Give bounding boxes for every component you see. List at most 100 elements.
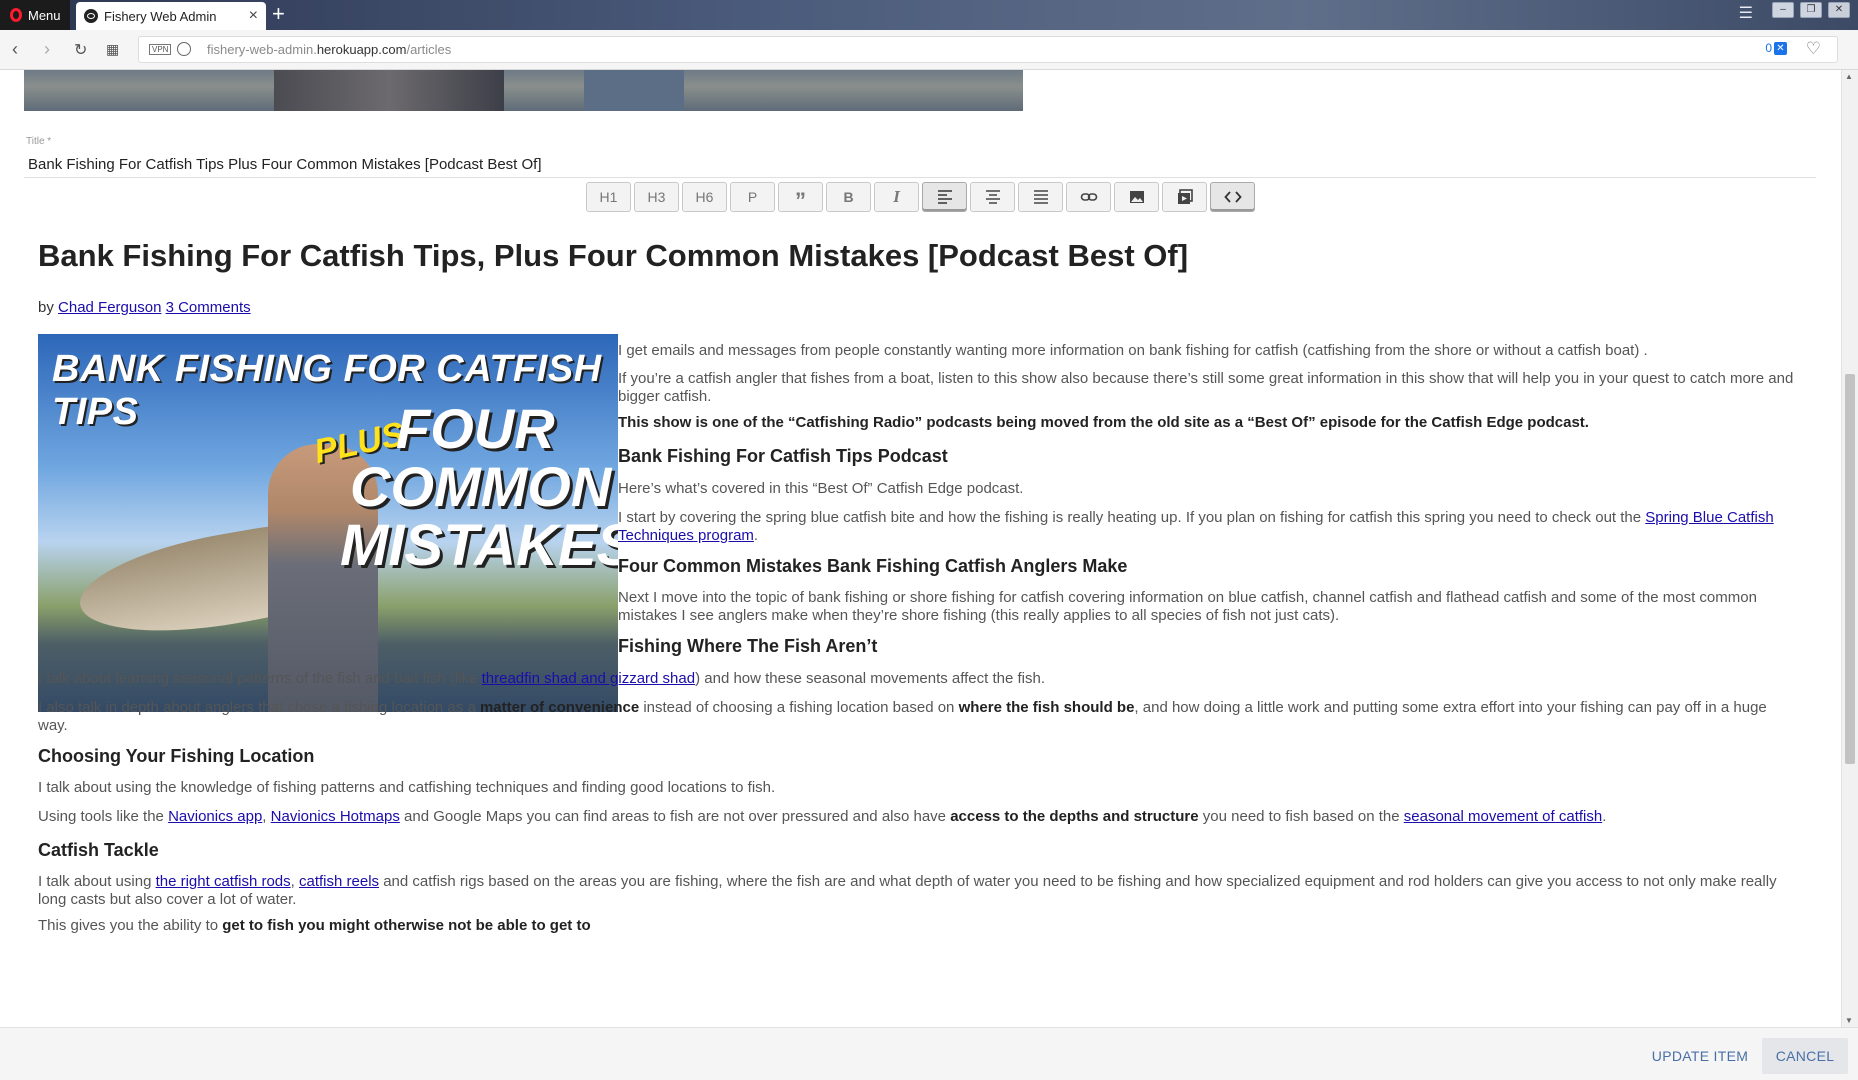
paragraph-tackle: I talk about using the right catfish rod…	[38, 873, 1798, 909]
tackle-sep: ,	[290, 873, 299, 890]
link-icon	[1080, 193, 1097, 201]
catfish-reels-link[interactable]: catfish reels	[299, 873, 379, 890]
forward-icon[interactable]: ›	[44, 39, 50, 60]
close-window-icon[interactable]: ✕	[1828, 2, 1850, 18]
cover-image-preview	[24, 70, 1023, 111]
insert-video-button[interactable]	[1162, 182, 1207, 212]
tackle-text-a: I talk about using	[38, 873, 156, 890]
url-field[interactable]: VPN fishery-web-admin.herokuapp.com/arti…	[138, 36, 1838, 63]
align-center-button[interactable]	[970, 182, 1015, 212]
navionics-app-link[interactable]: Navionics app	[168, 808, 262, 825]
minimize-icon[interactable]: –	[1772, 2, 1794, 18]
image-caption-line3: COMMON	[350, 455, 612, 518]
opera-menu-button[interactable]: Menu	[0, 0, 70, 30]
tab-title: Fishery Web Admin	[104, 8, 217, 24]
ad-blocker-icon: ✕	[1774, 41, 1787, 55]
align-left-button[interactable]	[922, 182, 967, 212]
heading3-button[interactable]: H3	[634, 182, 679, 212]
speed-dial-icon[interactable]: ▦	[106, 41, 119, 58]
ad-blocker-badge[interactable]: 0 ✕	[1765, 41, 1787, 55]
paragraph-ability: This gives you the ability to get to fis…	[38, 917, 1798, 935]
navionics-hotmaps-link[interactable]: Navionics Hotmaps	[271, 808, 400, 825]
url-text[interactable]: fishery-web-admin.herokuapp.com/articles	[207, 42, 451, 57]
new-tab-icon[interactable]: +	[272, 3, 285, 25]
code-icon	[1223, 191, 1242, 203]
align-justify-button[interactable]	[1018, 182, 1063, 212]
tools-text-a: Using tools like the	[38, 808, 169, 825]
video-icon	[1177, 189, 1193, 204]
convenience-text-a: I also talk in depth about anglers that …	[38, 699, 480, 716]
heading-location: Choosing Your Fishing Location	[38, 746, 315, 766]
url-prefix: fishery-web-admin.	[207, 42, 317, 57]
browser-tab-active[interactable]: Fishery Web Admin ×	[76, 2, 266, 30]
image-caption-line4: MISTAKES	[340, 513, 618, 578]
address-bar: ‹ › ↻ ▦ VPN fishery-web-admin.herokuapp.…	[0, 30, 1858, 70]
image-caption-line2: FOUR	[396, 397, 555, 460]
seasonal-end: ) and how these seasonal movements affec…	[695, 670, 1046, 687]
seasonal-movement-link[interactable]: seasonal movement of catfish	[1404, 808, 1602, 825]
ability-bold: get to fish you might otherwise not be a…	[222, 917, 591, 934]
menu-label: Menu	[28, 7, 61, 23]
scroll-down-icon[interactable]: ▼	[1845, 1016, 1853, 1025]
paragraph-button[interactable]: P	[730, 182, 775, 212]
align-justify-icon	[1033, 190, 1048, 204]
tools-sep: ,	[262, 808, 271, 825]
vpn-badge[interactable]: VPN	[149, 44, 172, 55]
reload-icon[interactable]: ↻	[74, 40, 87, 60]
bold-button[interactable]: B	[826, 182, 871, 212]
depths-bold: access to the depths and structure	[950, 808, 1199, 825]
paragraph-intro: I get emails and messages from people co…	[618, 342, 1648, 359]
comments-link[interactable]: 3 Comments	[166, 299, 251, 316]
form-actions-bar: UPDATE ITEM CANCEL	[0, 1027, 1858, 1080]
page-scrollbar[interactable]: ▲ ▼	[1841, 70, 1858, 1027]
close-tab-icon[interactable]: ×	[249, 7, 258, 25]
bookmark-heart-icon[interactable]: ♡	[1806, 39, 1821, 59]
cancel-button[interactable]: CANCEL	[1762, 1038, 1848, 1074]
insert-link-button[interactable]	[1066, 182, 1111, 212]
byline: by Chad Ferguson 3 Comments	[38, 299, 251, 316]
article-hero-image: BANK FISHING FOR CATFISH TIPS PLUS FOUR …	[38, 334, 618, 712]
blockquote-button[interactable]: ”	[778, 182, 823, 213]
best-of-note-bold: This show is one of the “Catfishing Radi…	[618, 414, 1589, 431]
paragraph-boat-anglers: If you’re a catfish angler that fishes f…	[618, 370, 1794, 405]
convenience-bold: matter of convenience	[479, 699, 640, 716]
title-field-label: Title *	[26, 136, 52, 147]
spring-bite-text: I start by covering the spring blue catf…	[618, 509, 1646, 526]
catfish-rods-link[interactable]: the right catfish rods	[156, 873, 291, 890]
tools-text-b: and Google Maps you can find areas to fi…	[399, 808, 951, 825]
globe-icon	[177, 42, 191, 56]
heading1-button[interactable]: H1	[586, 182, 631, 212]
paragraph-shore-fishing: Next I move into the topic of bank fishi…	[618, 589, 1757, 624]
source-code-button[interactable]	[1210, 182, 1255, 212]
ability-text: This gives you the ability to	[38, 917, 223, 934]
seasonal-text: I talk about learning seasonal patterns …	[38, 670, 482, 687]
align-left-icon	[937, 190, 952, 204]
italic-button[interactable]: I	[874, 182, 919, 212]
author-link[interactable]: Chad Ferguson	[58, 299, 161, 316]
paragraph-seasonal-patterns: I talk about learning seasonal patterns …	[38, 670, 1798, 688]
heading6-button[interactable]: H6	[682, 182, 727, 212]
heading-mistakes: Four Common Mistakes Bank Fishing Catfis…	[618, 556, 1128, 576]
paragraph-knowledge: I talk about using the knowledge of fish…	[38, 779, 776, 796]
scrollbar-thumb[interactable]	[1845, 374, 1855, 764]
tracker-count: 0	[1765, 41, 1772, 55]
tab-menu-icon[interactable]: ☰	[1739, 3, 1753, 23]
spring-bite-end: .	[753, 527, 759, 544]
maximize-icon[interactable]: ❐	[1800, 2, 1822, 18]
convenience-text-b: instead of choosing a fishing location b…	[639, 699, 959, 716]
heading-tackle: Catfish Tackle	[38, 840, 159, 860]
where-fish-bold: where the fish should be	[958, 699, 1135, 716]
byline-prefix: by	[38, 299, 54, 316]
align-center-icon	[985, 190, 1000, 204]
scroll-up-icon[interactable]: ▲	[1845, 72, 1853, 81]
opera-logo-icon	[10, 8, 22, 22]
page-content: Title * H1 H3 H6 P ” B I Bank Fishin	[0, 70, 1858, 1027]
paragraph-convenience: I also talk in depth about anglers that …	[38, 699, 1798, 735]
title-input[interactable]	[24, 152, 1816, 178]
insert-image-button[interactable]	[1114, 182, 1159, 212]
back-icon[interactable]: ‹	[12, 39, 18, 60]
url-path: /articles	[406, 42, 452, 57]
update-item-button[interactable]: UPDATE ITEM	[1640, 1038, 1760, 1074]
shad-link[interactable]: threadfin shad and gizzard shad	[482, 670, 695, 687]
paragraph-tools: Using tools like the Navionics app, Navi…	[38, 808, 1798, 826]
